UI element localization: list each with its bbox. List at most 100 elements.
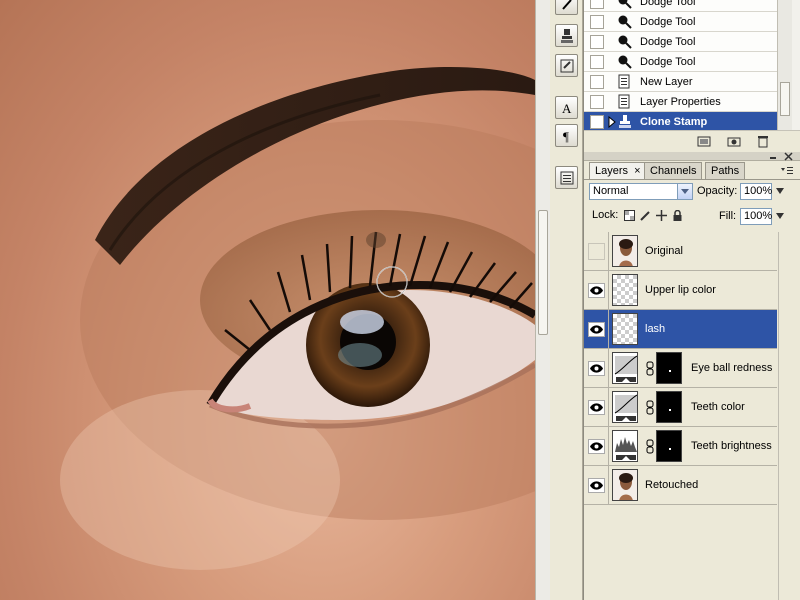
history-checkbox[interactable]	[590, 0, 604, 9]
character-panel-icon[interactable]: A	[555, 96, 578, 119]
layer-mask-thumbnail[interactable]	[656, 391, 682, 423]
blend-mode-value: Normal	[593, 185, 629, 197]
new-snapshot-icon[interactable]	[727, 135, 741, 148]
layer-name: Teeth color	[691, 401, 745, 413]
tab-close-icon[interactable]: ×	[634, 165, 640, 177]
dodge-tool-icon	[616, 0, 634, 10]
layer-thumbnail[interactable]	[612, 430, 638, 462]
chain-link-icon[interactable]	[646, 361, 654, 376]
fill-label: Fill:	[719, 210, 737, 222]
panel-menu-icon[interactable]	[780, 166, 794, 176]
lock-transparency-icon[interactable]	[624, 210, 635, 221]
tab-layers[interactable]: Layers ×	[589, 162, 647, 180]
history-scroll-thumb[interactable]	[780, 82, 790, 116]
layer-row[interactable]: Original	[584, 232, 777, 271]
chevron-down-icon[interactable]	[677, 184, 692, 199]
history-state-icon	[616, 74, 634, 90]
history-item[interactable]: Dodge Tool	[584, 32, 778, 52]
tab-channels-label: Channels	[650, 165, 697, 177]
history-item-label: Dodge Tool	[640, 15, 696, 28]
layer-name: Eye ball redness	[691, 362, 773, 374]
visibility-toggle[interactable]	[588, 243, 605, 260]
minimize-icon[interactable]	[769, 153, 777, 160]
history-checkbox[interactable]	[590, 114, 604, 129]
close-icon[interactable]	[784, 152, 793, 161]
layer-comps-icon[interactable]	[555, 166, 578, 189]
history-checkbox[interactable]	[590, 54, 604, 69]
layers-scrollbar[interactable]	[778, 232, 793, 600]
panel-dock-icons: A ¶	[550, 0, 583, 600]
opacity-value: 100%	[744, 185, 773, 197]
eye-icon[interactable]	[588, 478, 605, 493]
layer-thumbnail[interactable]	[612, 352, 638, 384]
layer-name: Original	[645, 245, 683, 257]
tab-layers-label: Layers	[595, 165, 629, 177]
tab-channels[interactable]: Channels	[644, 162, 703, 179]
history-scrollbar[interactable]	[777, 0, 792, 130]
layer-row[interactable]: lash	[584, 310, 777, 349]
clone-source-icon[interactable]	[555, 24, 578, 47]
svg-text:A: A	[562, 101, 572, 115]
layer-mask-thumbnail[interactable]	[656, 352, 682, 384]
layer-row[interactable]: Teeth color	[584, 388, 777, 427]
eye-icon[interactable]	[588, 400, 605, 415]
history-checkbox[interactable]	[590, 34, 604, 49]
opacity-slider-arrow-icon[interactable]	[775, 185, 785, 199]
history-item[interactable]: Dodge Tool	[584, 0, 778, 12]
history-item[interactable]: New Layer	[584, 72, 778, 92]
blend-mode-select[interactable]: Normal	[589, 183, 693, 200]
fill-input[interactable]: 100%	[740, 208, 772, 225]
image-canvas[interactable]	[0, 0, 535, 600]
layer-thumbnail[interactable]	[612, 274, 638, 306]
layer-mask-thumbnail[interactable]	[656, 430, 682, 462]
history-item-label: New Layer	[640, 75, 693, 88]
eye-photo	[60, 67, 535, 570]
brush-tool-icon[interactable]	[555, 0, 578, 15]
history-checkbox[interactable]	[590, 94, 604, 109]
history-state-icon	[616, 94, 634, 110]
svg-text:¶: ¶	[563, 129, 569, 143]
tab-paths-label: Paths	[711, 165, 740, 177]
lock-pixels-icon[interactable]	[640, 210, 651, 221]
dodge-tool-icon	[616, 14, 634, 30]
tab-paths[interactable]: Paths	[705, 162, 746, 179]
paragraph-panel-icon[interactable]: ¶	[555, 124, 578, 147]
history-item-label: Dodge Tool	[640, 35, 696, 48]
layer-thumbnail[interactable]	[612, 469, 638, 501]
history-state-marker-icon[interactable]	[608, 116, 616, 128]
fill-slider-arrow-icon[interactable]	[775, 210, 785, 224]
history-item[interactable]: Dodge Tool	[584, 12, 778, 32]
history-checkbox[interactable]	[590, 74, 604, 89]
eye-icon[interactable]	[588, 361, 605, 376]
layer-thumbnail[interactable]	[612, 313, 638, 345]
tool-presets-icon[interactable]	[555, 54, 578, 77]
chain-link-icon[interactable]	[646, 439, 654, 454]
eye-icon[interactable]	[588, 439, 605, 454]
opacity-label: Opacity:	[697, 185, 738, 197]
layer-name: lash	[645, 323, 666, 335]
layer-row[interactable]: Eye ball redness	[584, 349, 777, 388]
history-item[interactable]: Layer Properties	[584, 92, 778, 112]
layer-row[interactable]: Upper lip color	[584, 271, 777, 310]
lock-all-icon[interactable]	[672, 210, 683, 221]
layer-name: Teeth brightness	[691, 440, 772, 452]
history-checkbox[interactable]	[590, 14, 604, 29]
lock-label: Lock:	[592, 209, 619, 221]
canvas-scroll-thumb[interactable]	[538, 210, 548, 335]
layer-thumbnail[interactable]	[612, 391, 638, 423]
history-item[interactable]: Clone Stamp	[584, 112, 778, 132]
eye-icon[interactable]	[588, 283, 605, 298]
eye-icon[interactable]	[588, 322, 605, 337]
delete-state-icon[interactable]	[756, 135, 770, 148]
opacity-input[interactable]: 100%	[740, 183, 772, 200]
history-item[interactable]: Dodge Tool	[584, 52, 778, 72]
layer-row[interactable]: Retouched	[584, 466, 777, 505]
chain-link-icon[interactable]	[646, 400, 654, 415]
dodge-tool-icon	[616, 34, 634, 50]
new-document-from-state-icon[interactable]	[697, 135, 711, 148]
lock-position-icon[interactable]	[656, 210, 667, 221]
layer-row[interactable]: Teeth brightness	[584, 427, 777, 466]
layer-thumbnail[interactable]	[612, 235, 638, 267]
canvas-vertical-scrollbar[interactable]	[535, 0, 550, 600]
panel-title-bar[interactable]	[584, 152, 800, 161]
